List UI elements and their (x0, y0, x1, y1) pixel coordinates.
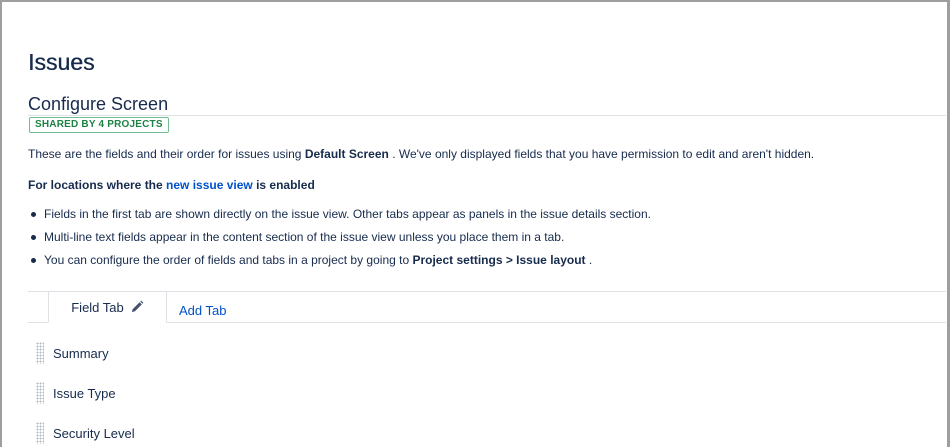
issue-layout-path: Project settings > Issue layout (412, 253, 586, 267)
bullet-text: You can configure the order of fields an… (44, 253, 413, 267)
tab-bar: Field Tab Add Tab (28, 292, 946, 324)
add-tab-link[interactable]: Add Tab (179, 303, 226, 318)
info-bullet-list: Fields in the first tab are shown direct… (28, 205, 651, 274)
field-label: Security Level (53, 425, 135, 441)
new-issue-view-link[interactable]: new issue view (166, 178, 253, 192)
screen-name: Default Screen (304, 147, 389, 161)
locations-suffix: is enabled (252, 178, 315, 192)
description-suffix: . We've only displayed fields that you h… (388, 147, 815, 161)
section-title: Configure Screen (28, 94, 169, 114)
list-item: You can configure the order of fields an… (28, 251, 651, 274)
drag-handle-icon[interactable] (36, 342, 44, 364)
locations-heading: For locations where the new issue view i… (28, 177, 315, 193)
tab-label: Field Tab (71, 299, 124, 315)
page-title: Issues (28, 49, 95, 75)
shared-projects-badge[interactable]: SHARED BY 4 PROJECTS (29, 117, 169, 133)
bullet-text-suffix: . (585, 253, 593, 267)
list-item: Multi-line text fields appear in the con… (28, 228, 651, 251)
list-item[interactable]: Security Level (36, 418, 436, 448)
field-label: Summary (53, 345, 109, 361)
drag-handle-icon[interactable] (36, 382, 44, 404)
title-divider (28, 115, 946, 116)
description-prefix: These are the fields and their order for… (28, 147, 305, 161)
screen-description: These are the fields and their order for… (28, 146, 814, 162)
list-item[interactable]: Issue Type (36, 378, 436, 408)
field-label: Issue Type (53, 385, 116, 401)
drag-handle-icon[interactable] (36, 422, 44, 444)
list-item[interactable]: Summary (36, 338, 436, 368)
pencil-icon[interactable] (130, 300, 144, 314)
bullet-text: Multi-line text fields appear in the con… (44, 230, 565, 244)
locations-prefix: For locations where the (28, 178, 167, 192)
list-item: Fields in the first tab are shown direct… (28, 205, 651, 228)
bullet-text: Fields in the first tab are shown direct… (44, 207, 651, 221)
tab-field-tab[interactable]: Field Tab (48, 292, 167, 323)
